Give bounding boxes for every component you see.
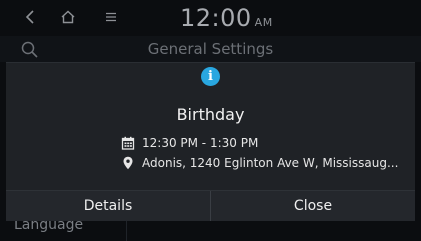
details-button[interactable]: Details <box>6 191 210 221</box>
calendar-icon <box>121 136 135 150</box>
event-time-row: 12:30 PM - 1:30 PM <box>121 135 258 151</box>
status-bar: 12:00 AM <box>0 0 421 36</box>
popup-button-bar: Details Close <box>6 190 415 221</box>
event-popup: i Birthday 12:30 PM - 1:30 PM Adonis, 12… <box>6 62 415 221</box>
event-location-text: Adonis, 1240 Eglinton Ave W, Mississaug.… <box>142 156 399 170</box>
event-time-text: 12:30 PM - 1:30 PM <box>142 136 259 150</box>
home-icon[interactable] <box>58 8 78 26</box>
chevron-left-icon[interactable] <box>20 8 40 26</box>
event-location-row: Adonis, 1240 Eglinton Ave W, Mississaug.… <box>121 155 398 171</box>
close-button[interactable]: Close <box>210 191 415 221</box>
popup-title: Birthday <box>176 105 245 124</box>
clock: 12:00 AM <box>180 4 273 32</box>
clock-time: 12:00 <box>180 4 252 32</box>
clock-ampm: AM <box>254 16 273 29</box>
background-title: General Settings <box>147 40 274 58</box>
info-icon: i <box>201 67 220 86</box>
location-pin-icon <box>121 156 135 170</box>
menu-icon[interactable] <box>101 8 121 26</box>
